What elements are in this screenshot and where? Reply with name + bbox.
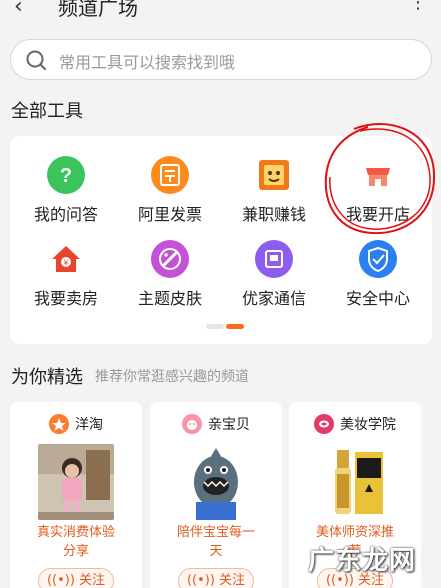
- chevron-left-icon[interactable]: ‹: [14, 0, 23, 19]
- tool-security-center[interactable]: 安全中心: [326, 240, 430, 320]
- recommend-subtitle: 推荐你常逛感兴趣的频道: [95, 369, 249, 385]
- tool-my-qa[interactable]: ? 我的问答: [14, 156, 118, 236]
- recommend-title: 为你精选: [11, 367, 83, 388]
- page-title: 频道广场: [58, 0, 138, 20]
- beauty-academy-logo-icon: [314, 414, 334, 434]
- watermark-text: 广东龙网: [308, 546, 417, 576]
- annotation-circle: [324, 123, 436, 235]
- card-name: 亲宝贝: [208, 417, 250, 433]
- card-image: [317, 444, 393, 520]
- card-header: 亲宝贝: [150, 414, 282, 438]
- qinbaobei-logo-icon: [182, 414, 202, 434]
- card-description: 真实消费体验 分享: [18, 523, 134, 561]
- part-time-icon: [255, 156, 293, 194]
- tool-label: 兼职赚钱: [241, 205, 306, 224]
- theme-icon: [151, 240, 189, 278]
- card-header: 美妆学院: [289, 414, 421, 438]
- follow-icon: ((•)): [186, 573, 220, 588]
- card-header: 洋淘: [10, 414, 142, 438]
- tool-label: 安全中心: [345, 289, 410, 308]
- card-name: 美妆学院: [340, 417, 396, 433]
- search-input[interactable]: 常用工具可以搜索找到哦: [10, 39, 432, 80]
- question-icon: ?: [47, 156, 85, 194]
- card-desc-line: 分享: [62, 544, 89, 559]
- tool-label: 阿里发票: [137, 205, 202, 224]
- card-image: [38, 444, 114, 520]
- svg-text:?: ?: [60, 165, 72, 187]
- card-name: 洋淘: [75, 417, 103, 433]
- search-icon: [26, 50, 46, 70]
- tool-youjia-telecom[interactable]: 优家通信: [222, 240, 326, 320]
- invoice-icon: [151, 156, 189, 194]
- tool-label: 主题皮肤: [137, 289, 202, 308]
- house-icon: ¥: [47, 240, 85, 278]
- follow-label: 关注: [219, 573, 246, 588]
- card-desc-line: 陪伴宝宝每一: [176, 525, 255, 540]
- tool-invoice[interactable]: 阿里发票: [118, 156, 222, 236]
- tool-part-time[interactable]: 兼职赚钱: [222, 156, 326, 236]
- card-image: [178, 444, 254, 520]
- follow-button[interactable]: ((•)) 关注: [178, 568, 254, 588]
- follow-label: 关注: [79, 573, 106, 588]
- card-desc-line: 天: [209, 544, 223, 559]
- tool-theme-skin[interactable]: 主题皮肤: [118, 240, 222, 320]
- top-bar: ‹ 频道广场 ⋮: [0, 0, 441, 30]
- channel-card-yangtao[interactable]: 洋淘 真实消费体验 分享 ((•)) 关注: [10, 402, 142, 588]
- tool-label: 我要卖房: [33, 289, 98, 308]
- yangtao-logo-icon: [49, 414, 69, 434]
- follow-icon: ((•)): [46, 573, 80, 588]
- tools-section-title: 全部工具: [11, 101, 83, 122]
- shield-icon: [359, 240, 397, 278]
- svg-text:¥: ¥: [63, 259, 69, 268]
- page-dot: [206, 324, 224, 329]
- card-desc-line: 真实消费体验: [36, 525, 115, 540]
- card-description: 陪伴宝宝每一 天: [158, 523, 274, 561]
- follow-button[interactable]: ((•)) 关注: [38, 568, 114, 588]
- page-dot-active: [226, 324, 244, 329]
- tool-sell-house[interactable]: ¥ 我要卖房: [14, 240, 118, 320]
- more-vertical-icon[interactable]: ⋮: [409, 0, 427, 13]
- phone-icon: [255, 240, 293, 278]
- tool-label: 我的问答: [33, 205, 98, 224]
- search-placeholder: 常用工具可以搜索找到哦: [59, 53, 236, 72]
- channel-card-qinbaobei[interactable]: 亲宝贝 陪伴宝宝每一 天 ((•)) 关注: [150, 402, 282, 588]
- tool-label: 优家通信: [241, 289, 306, 308]
- page-indicator: [206, 324, 246, 330]
